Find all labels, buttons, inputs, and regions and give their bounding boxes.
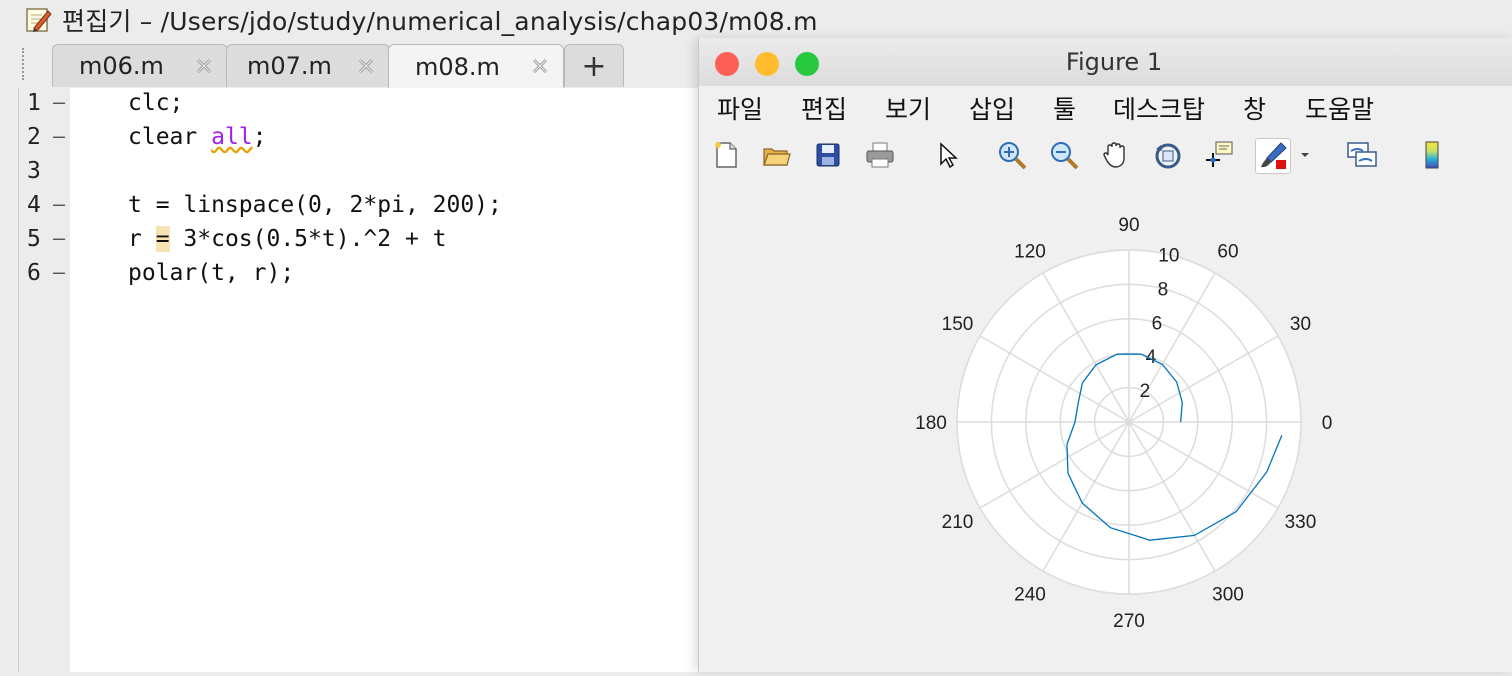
radius-tick-label: 10 <box>1158 246 1179 267</box>
angle-tick-label: 90 <box>1118 215 1139 236</box>
line-number: 5 <box>27 226 41 252</box>
angle-tick-label: 30 <box>1290 314 1311 335</box>
angle-tick-label: 60 <box>1217 242 1238 263</box>
menu-tools[interactable]: 툴 <box>1053 90 1076 126</box>
code-text: t = linspace(0, 2*pi, 200); <box>128 192 502 218</box>
code-text: clear all; <box>128 124 267 150</box>
figure-toolbar <box>699 126 1512 185</box>
breakpoint-marker[interactable]: – <box>53 124 65 148</box>
close-icon[interactable] <box>357 57 375 75</box>
radius-tick-label: 8 <box>1158 279 1169 300</box>
code-line[interactable]: clc; <box>70 90 700 124</box>
zoom-out-icon[interactable] <box>1047 138 1081 172</box>
angle-tick-label: 300 <box>1212 584 1244 605</box>
code-text: polar(t, r); <box>128 260 295 286</box>
angle-tick-label: 270 <box>1113 611 1145 632</box>
angle-tick-label: 210 <box>942 512 974 533</box>
tab-m07[interactable]: m07.m <box>226 44 390 87</box>
code-line[interactable]: polar(t, r); <box>70 260 700 294</box>
rotate-icon[interactable] <box>1151 138 1185 172</box>
editor-title: 편집기 – /Users/jdo/study/numerical_analysi… <box>62 7 818 36</box>
figure-title-bar[interactable]: Figure 1 <box>699 38 1512 87</box>
breakpoint-marker[interactable]: – <box>53 260 65 284</box>
keyword-token: all <box>211 124 253 150</box>
editor-title-bar: 편집기 – /Users/jdo/study/numerical_analysi… <box>0 0 1512 40</box>
menu-help[interactable]: 도움말 <box>1305 90 1374 126</box>
gutter-line: 4– <box>19 192 71 226</box>
line-number: 2 <box>27 124 41 150</box>
line-number: 1 <box>27 90 41 116</box>
radius-tick-label: 6 <box>1152 313 1163 334</box>
code-token: ; <box>252 124 267 150</box>
save-icon[interactable] <box>811 138 845 172</box>
pointer-icon[interactable] <box>931 138 965 172</box>
menu-edit[interactable]: 편집 <box>801 90 847 126</box>
polar-plot[interactable]: 0306090120150180210240270300330246810 <box>699 184 1512 672</box>
tab-grip-handle[interactable] <box>22 48 28 80</box>
code-token: r <box>128 226 156 252</box>
code-line[interactable] <box>70 158 700 192</box>
code-token: clear <box>128 124 212 150</box>
pencil-icon <box>24 6 52 34</box>
code-editor[interactable]: clc; clear all; t = linspace(0, 2*pi, 20… <box>70 88 700 672</box>
chevron-down-icon[interactable] <box>1295 138 1315 172</box>
menu-desktop[interactable]: 데스크탑 <box>1113 90 1205 126</box>
code-text: r = 3*cos(0.5*t).^2 + t <box>128 226 447 252</box>
close-icon[interactable] <box>531 57 549 75</box>
angle-tick-label: 150 <box>942 314 974 335</box>
gutter-line: 6– <box>19 260 71 294</box>
link-icon[interactable] <box>1345 138 1379 172</box>
radius-tick-label: 2 <box>1140 381 1151 402</box>
line-number: 4 <box>27 192 41 218</box>
tab-label: m07.m <box>247 52 332 80</box>
zoom-in-icon[interactable] <box>995 138 1029 172</box>
code-token: 3*cos(0.5*t).^2 + t <box>169 226 447 252</box>
breakpoint-marker[interactable]: – <box>53 192 65 216</box>
code-text: clc; <box>128 90 184 116</box>
angle-tick-label: 330 <box>1285 512 1317 533</box>
menu-insert[interactable]: 삽입 <box>969 90 1015 126</box>
breakpoint-marker[interactable]: – <box>53 90 65 114</box>
tab-label: m08.m <box>415 53 500 81</box>
angle-tick-label: 240 <box>1014 584 1046 605</box>
gutter-line: 5– <box>19 226 71 260</box>
figure-menubar: 파일 편집 보기 삽입 툴 데스크탑 창 도움말 <box>699 86 1512 127</box>
figure-title: Figure 1 <box>1065 48 1163 76</box>
line-number: 6 <box>27 260 41 286</box>
plot-area[interactable]: 0 30 60 90 120 150 180 210 240 270 300 330 2 4 6 8 10 <box>699 184 1512 672</box>
menu-view[interactable]: 보기 <box>885 90 931 126</box>
print-icon[interactable] <box>863 138 897 172</box>
new-figure-icon[interactable] <box>709 138 743 172</box>
tab-m08[interactable]: m08.m <box>388 44 564 89</box>
menu-window[interactable]: 창 <box>1243 90 1266 126</box>
close-icon[interactable] <box>195 57 213 75</box>
line-number-gutter: 1– 2– 3 4– 5– 6– <box>18 88 71 672</box>
code-line[interactable]: r = 3*cos(0.5*t).^2 + t <box>70 226 700 260</box>
figure-window: Figure 1 파일 편집 보기 삽입 툴 데스크탑 창 도움말 0 30 6… <box>698 38 1512 672</box>
pan-icon[interactable] <box>1099 138 1133 172</box>
breakpoint-marker[interactable]: – <box>53 226 65 250</box>
data-cursor-icon[interactable] <box>1203 138 1237 172</box>
brush-icon[interactable] <box>1255 138 1291 174</box>
editor-tab-bar: m06.m m07.m m08.m + <box>0 40 700 89</box>
angle-tick-label: 0 <box>1322 413 1333 434</box>
gutter-line: 1– <box>19 90 71 124</box>
code-line[interactable]: t = linspace(0, 2*pi, 200); <box>70 192 700 226</box>
code-line[interactable]: clear all; <box>70 124 700 158</box>
colorbar-icon[interactable] <box>1415 138 1449 172</box>
warning-highlight[interactable]: = <box>155 226 170 252</box>
gutter-line: 2– <box>19 124 71 158</box>
tab-m06[interactable]: m06.m <box>52 44 228 87</box>
angle-tick-label: 120 <box>1014 242 1046 263</box>
angle-tick-label: 180 <box>915 413 947 434</box>
menu-file[interactable]: 파일 <box>717 90 763 126</box>
add-tab-button[interactable]: + <box>564 44 624 87</box>
gutter-line: 3 <box>19 158 71 192</box>
line-number: 3 <box>27 158 41 184</box>
tab-label: m06.m <box>79 52 164 80</box>
open-file-icon[interactable] <box>759 138 793 172</box>
